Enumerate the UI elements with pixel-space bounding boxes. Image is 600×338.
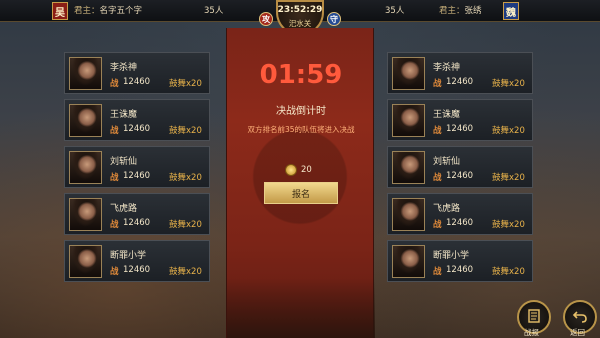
right-member-count: 35人	[385, 6, 405, 16]
player-power: 12460	[123, 171, 151, 181]
war-label: 战	[110, 79, 119, 89]
player-drum: 鼓舞x20	[492, 173, 525, 183]
player-avatar	[392, 57, 425, 90]
player-name: 刘斩仙	[110, 157, 138, 167]
faction-flag-right: 魏	[503, 2, 519, 20]
player-name: 飞虎路	[433, 204, 461, 214]
right-player-list: 李杀神 战 12460 鼓舞x20 王诛魔 战 12460 鼓舞x20 刘斩仙 …	[387, 52, 533, 282]
war-label: 战	[433, 79, 442, 89]
signup-button[interactable]: 报名	[264, 182, 338, 204]
player-card[interactable]: 断罪小学 战 12460 鼓舞x20	[387, 240, 533, 282]
player-power: 12460	[446, 218, 474, 228]
player-drum: 鼓舞x20	[169, 173, 202, 183]
scroll-icon	[526, 308, 542, 327]
battle-report-label: 战报	[524, 328, 539, 337]
player-avatar	[69, 57, 102, 90]
countdown-title: 决战倒计时	[276, 106, 326, 117]
player-card[interactable]: 飞虎路 战 12460 鼓舞x20	[387, 193, 533, 235]
left-lord-name: 名字五个字	[99, 6, 143, 16]
player-power: 12460	[446, 171, 474, 181]
countdown-note: 双方排名前35的队伍将进入决战	[247, 125, 355, 134]
player-avatar	[69, 245, 102, 278]
player-drum: 鼓舞x20	[492, 220, 525, 230]
player-drum: 鼓舞x20	[492, 126, 525, 136]
player-drum: 鼓舞x20	[169, 267, 202, 277]
countdown-panel: 01:59 决战倒计时 双方排名前35的队伍将进入决战 20 报名	[226, 28, 375, 338]
war-label: 战	[433, 173, 442, 183]
player-power: 12460	[446, 265, 474, 275]
player-drum: 鼓舞x20	[492, 267, 525, 277]
player-name: 刘斩仙	[433, 157, 461, 167]
war-label: 战	[433, 267, 442, 277]
player-drum: 鼓舞x20	[169, 220, 202, 230]
war-label: 战	[110, 220, 119, 230]
player-card[interactable]: 王诛魔 战 12460 鼓舞x20	[64, 99, 210, 141]
player-avatar	[392, 245, 425, 278]
war-label: 战	[110, 173, 119, 183]
faction-flag-left: 吴	[52, 2, 68, 20]
player-card[interactable]: 刘斩仙 战 12460 鼓舞x20	[64, 146, 210, 188]
player-card[interactable]: 刘斩仙 战 12460 鼓舞x20	[387, 146, 533, 188]
player-card[interactable]: 飞虎路 战 12460 鼓舞x20	[64, 193, 210, 235]
player-card[interactable]: 断罪小学 战 12460 鼓舞x20	[64, 240, 210, 282]
left-lord: 君主：名字五个字	[74, 4, 142, 16]
return-arrow-icon	[572, 308, 588, 327]
war-label: 战	[110, 126, 119, 136]
panel-fade	[227, 278, 375, 338]
player-name: 断罪小学	[433, 251, 470, 261]
right-lord-prefix: 君主：	[439, 6, 465, 16]
right-lord-name: 张绣	[464, 6, 482, 16]
player-drum: 鼓舞x20	[169, 126, 202, 136]
player-avatar	[69, 151, 102, 184]
player-name: 断罪小学	[110, 251, 147, 261]
war-label: 战	[433, 126, 442, 136]
player-avatar	[392, 151, 425, 184]
player-power: 12460	[123, 77, 151, 87]
player-name: 李杀神	[110, 63, 138, 73]
war-label: 战	[433, 220, 442, 230]
player-name: 王诛魔	[433, 110, 461, 120]
signup-cost-value: 20	[301, 165, 312, 175]
server-clock: 23:52:29	[277, 5, 323, 15]
player-card[interactable]: 李杀神 战 12460 鼓舞x20	[387, 52, 533, 94]
player-avatar	[69, 198, 102, 231]
player-name: 王诛魔	[110, 110, 138, 120]
return-label: 返回	[570, 328, 585, 337]
player-avatar	[392, 198, 425, 231]
player-name: 飞虎路	[110, 204, 138, 214]
right-lord: 君主：张绣	[439, 4, 482, 16]
attack-badge: 攻	[259, 12, 273, 26]
left-player-list: 李杀神 战 12460 鼓舞x20 王诛魔 战 12460 鼓舞x20 刘斩仙 …	[64, 52, 210, 282]
countdown-timer: 01:59	[259, 60, 343, 90]
player-avatar	[392, 104, 425, 137]
player-drum: 鼓舞x20	[169, 79, 202, 89]
player-power: 12460	[123, 124, 151, 134]
player-card[interactable]: 王诛魔 战 12460 鼓舞x20	[387, 99, 533, 141]
player-avatar	[69, 104, 102, 137]
coin-icon	[285, 164, 297, 176]
player-power: 12460	[446, 124, 474, 134]
left-lord-prefix: 君主：	[74, 6, 100, 16]
player-drum: 鼓舞x20	[492, 79, 525, 89]
left-member-count: 35人	[204, 6, 224, 16]
player-card[interactable]: 李杀神 战 12460 鼓舞x20	[64, 52, 210, 94]
player-power: 12460	[123, 265, 151, 275]
defend-badge: 守	[327, 12, 341, 26]
signup-cost: 20	[285, 164, 312, 176]
war-label: 战	[110, 267, 119, 277]
player-name: 李杀神	[433, 63, 461, 73]
player-power: 12460	[123, 218, 151, 228]
player-power: 12460	[446, 77, 474, 87]
